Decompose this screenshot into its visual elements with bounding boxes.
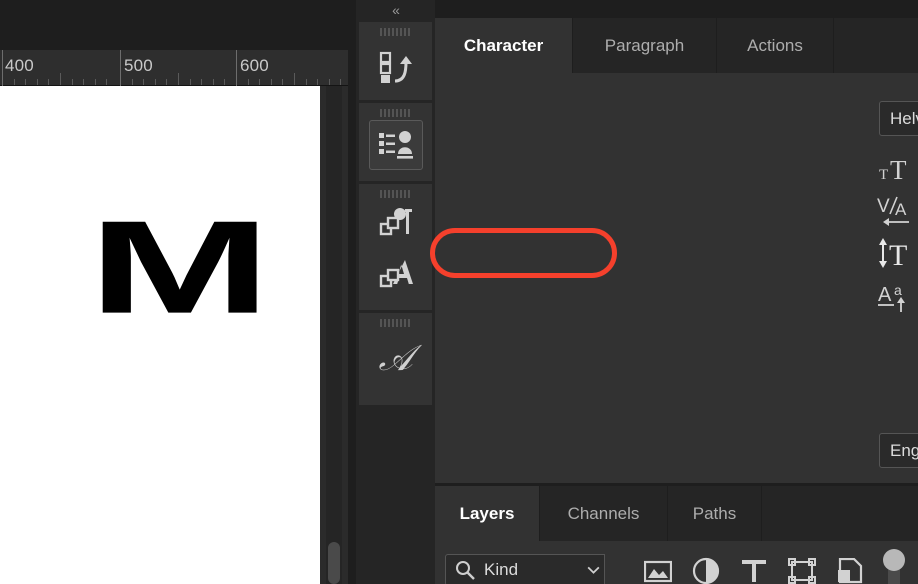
horizontal-ruler[interactable]: 400 500 600 [0,50,356,86]
ruler-minor-tick [328,79,330,85]
smart-object-filter-icon[interactable] [833,556,867,584]
ruler-minor-tick [154,79,156,85]
tab-paths[interactable]: Paths [668,486,762,541]
ruler-minor-tick [71,79,73,85]
ruler-minor-tick [224,79,226,85]
dock-drag-grip[interactable] [379,28,412,36]
faux-bold-button[interactable]: T [906,327,918,361]
svg-text:T: T [890,155,907,184]
ruler-label-600: 600 [240,56,269,75]
filter-enable-toggle[interactable] [879,549,909,584]
svg-text:T: T [889,239,907,270]
layer-filter-kind-chevron[interactable] [581,560,605,580]
canvas-scrollbar-thumb[interactable] [328,542,340,584]
panel-icon-dock: « 𝒜 [356,0,435,584]
ruler-minor-tick [36,79,38,85]
baseline-shift-icon[interactable]: A a [877,278,917,314]
ruler-major-tick [2,50,3,86]
chevron-down-icon [587,566,599,574]
tab-layers[interactable]: Layers [435,486,540,541]
ruler-minor-tick [201,79,203,85]
pixel-layer-filter-icon[interactable] [641,556,675,584]
ruler-minor-tick [305,79,307,85]
history-panel-icon[interactable] [369,42,423,92]
ruler-minor-tick [25,79,27,85]
ruler-minor-tick [131,79,133,85]
ruler-minor-tick [317,79,319,85]
character-styles-icon[interactable] [369,250,423,300]
ruler-minor-tick [94,79,96,85]
ruler-minor-tick [270,79,272,85]
shape-layer-filter-icon[interactable] [785,556,819,584]
document-page[interactable]: M [0,86,320,584]
ruler-minor-tick [143,79,145,85]
ruler-minor-tick [340,79,342,85]
collapse-panels-button[interactable]: « [356,0,435,22]
font-size-icon[interactable]: T T [879,152,915,186]
glyphs-icon-glyph: 𝒜 [378,337,413,378]
language-input[interactable]: English: USA [879,433,918,468]
ruler-minor-tick [189,79,191,85]
dock-drag-grip[interactable] [379,319,412,327]
photoshop-window: 400 500 600 M « 𝒜 Character Paragraph Ac… [0,0,918,584]
character-panel-tabbar: Character Paragraph Actions [435,18,918,73]
ruler-minor-tick [13,79,15,85]
svg-text:V: V [877,196,890,217]
text-layer-letter[interactable]: M [88,201,273,333]
ruler-minor-tick [106,79,108,85]
search-icon [453,558,477,582]
panel-top-strip [435,0,918,18]
dock-drag-grip[interactable] [379,109,412,117]
ruler-minor-tick [48,79,50,85]
ruler-major-tick [236,50,237,86]
ruler-minor-tick [294,73,295,85]
glyphs-panel-icon[interactable]: 𝒜 [369,333,423,383]
dock-group-properties [359,103,432,181]
adjustment-layer-filter-icon[interactable] [689,556,723,584]
canvas-area: 400 500 600 M [0,0,356,584]
dock-group-history [359,22,432,100]
canvas-edge-gap [348,0,356,584]
dock-group-styles [359,184,432,310]
svg-text:a: a [894,282,902,298]
kerning-icon[interactable]: V A [877,194,917,230]
layers-panel: Layers Channels Paths Kind [435,486,918,584]
dock-drag-grip[interactable] [379,190,412,198]
ruler-minor-tick [212,79,214,85]
ruler-major-tick [120,50,121,86]
ruler-top-padding [0,0,356,50]
canvas-scrollbar-track[interactable] [326,86,342,584]
ruler-minor-tick [83,79,85,85]
layers-panel-tabbar: Layers Channels Paths [435,486,918,541]
ruler-label-500: 500 [124,56,153,75]
tab-channels[interactable]: Channels [540,486,668,541]
type-layer-filter-icon[interactable] [737,556,771,584]
standard-ligatures-button[interactable]: fi [906,382,918,416]
dock-group-glyphs: 𝒜 [359,313,432,405]
tab-actions[interactable]: Actions [717,18,834,73]
ruler-minor-tick [259,79,261,85]
ruler-minor-tick [282,79,284,85]
tab-paragraph[interactable]: Paragraph [573,18,717,73]
vertical-scale-icon[interactable]: T [877,235,917,271]
ruler-minor-tick [247,79,249,85]
ruler-minor-tick [60,73,61,85]
tab-character[interactable]: Character [435,18,573,73]
ruler-minor-tick [166,79,168,85]
properties-panel-icon[interactable] [368,120,423,170]
ruler-minor-tick [178,73,179,85]
svg-text:T: T [879,167,888,183]
svg-text:A: A [895,200,907,219]
ruler-label-400: 400 [5,56,34,75]
font-family-input[interactable]: Helvetica [879,101,918,136]
paragraph-styles-icon[interactable] [369,198,423,248]
svg-text:A: A [878,284,892,306]
character-panel: Character Paragraph Actions Helvetica Bo… [435,0,918,486]
